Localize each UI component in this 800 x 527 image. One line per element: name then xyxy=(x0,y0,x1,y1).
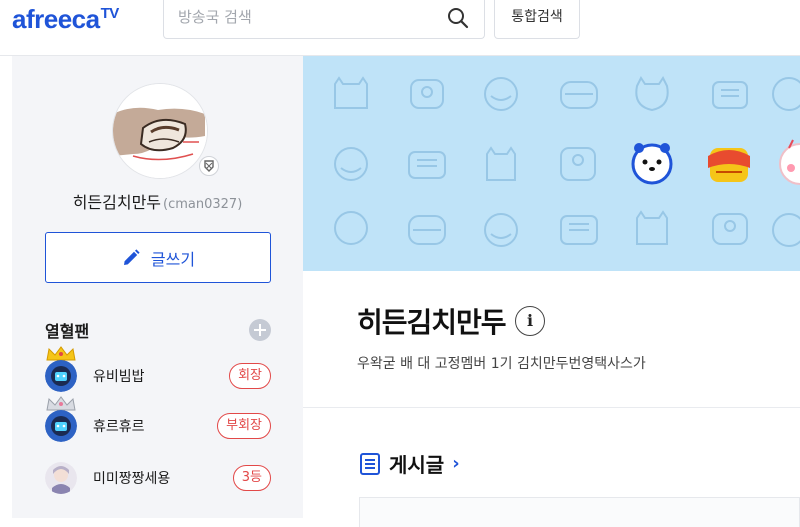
profile-name: 히든김치만두 (cman0327) xyxy=(12,189,303,213)
fan-rank-badge: 부회장 xyxy=(217,413,271,439)
board-title: 게시글 xyxy=(389,453,445,477)
channel-banner xyxy=(303,56,800,271)
profile-avatar-image xyxy=(113,84,207,178)
profile-avatar[interactable] xyxy=(112,83,208,179)
fan-item[interactable]: 유비빔밥 회장 xyxy=(45,346,271,396)
board-list-container xyxy=(359,497,800,527)
chevron-right-icon: › xyxy=(452,453,460,474)
fan-item[interactable]: 휴르휴르 부회장 xyxy=(45,396,271,446)
fan-name: 미미짱짱세용 xyxy=(93,471,171,487)
integrated-search-button[interactable]: 통합검색 xyxy=(494,0,580,39)
profile-nickname: 히든김치만두 xyxy=(72,193,162,212)
add-plus-icon[interactable] xyxy=(249,319,271,341)
profile-id: (cman0327) xyxy=(163,197,243,212)
panda-character-icon xyxy=(631,143,673,185)
afreecatv-logo[interactable]: afreecaTV xyxy=(12,4,119,35)
bunny-character-icon xyxy=(779,139,800,185)
fan-item[interactable]: 미미짱짱세용 3등 xyxy=(45,458,271,498)
divider xyxy=(303,407,800,408)
write-post-label: 글쓰기 xyxy=(150,249,196,269)
fan-avatar xyxy=(45,360,77,392)
shield-badge-icon xyxy=(199,156,219,176)
channel-title: 히든김치만두 xyxy=(357,306,507,339)
sidebar: 히든김치만두 (cman0327) 글쓰기 열혈팬 유비빔밥 회장 휴르휴르 부… xyxy=(12,56,303,518)
fan-name: 유비빔밥 xyxy=(93,369,145,385)
write-post-button[interactable]: 글쓰기 xyxy=(45,232,271,283)
banner-pattern xyxy=(334,76,800,247)
board-link[interactable]: 게시글 › xyxy=(359,449,460,478)
yellow-character-icon xyxy=(708,148,750,182)
fan-rank-badge: 3등 xyxy=(232,465,271,491)
fan-rank-badge: 회장 xyxy=(229,363,271,389)
top-bar: afreecaTV 통합검색 xyxy=(0,0,800,56)
search-box xyxy=(163,0,485,39)
search-input[interactable] xyxy=(178,6,438,28)
fan-avatar xyxy=(45,410,77,442)
info-icon[interactable]: i xyxy=(515,306,545,336)
channel-description: 우왁굳 배 대 고정멤버 1기 김치만두번영택사스가 xyxy=(357,356,646,372)
hot-fans-title: 열혈팬 xyxy=(45,322,90,341)
fan-name: 휴르휴르 xyxy=(93,419,145,435)
search-icon[interactable] xyxy=(446,6,470,30)
pencil-icon xyxy=(123,248,140,265)
fan-avatar xyxy=(45,462,77,494)
document-list-icon xyxy=(360,452,380,475)
main-content: 히든김치만두 i 우왁굳 배 대 고정멤버 1기 김치만두번영택사스가 게시글 … xyxy=(303,56,800,527)
